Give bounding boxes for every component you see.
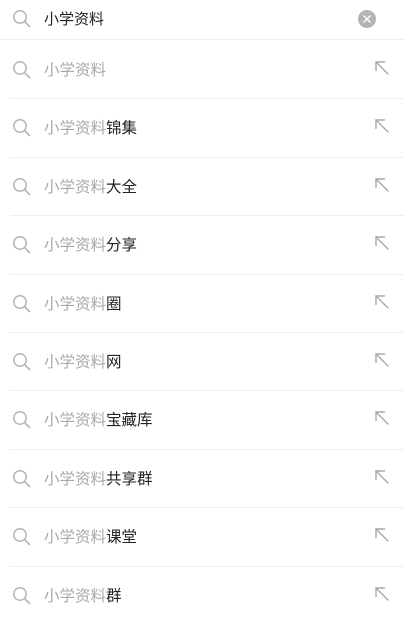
arrow-up-left-icon xyxy=(372,61,392,82)
search-icon xyxy=(12,177,32,197)
arrow-up-left-icon xyxy=(372,178,392,199)
suggestion-suffix: 锦集 xyxy=(106,119,138,138)
suggestion-suffix: 共享群 xyxy=(106,469,153,488)
suggestion-suffix: 分享 xyxy=(106,236,138,255)
search-icon xyxy=(12,410,32,430)
suggestion-item[interactable]: 小学资料分享 xyxy=(10,216,404,275)
suggestion-item[interactable]: 小学资料圈 xyxy=(10,275,404,333)
suggestion-item[interactable]: 小学资料课堂 xyxy=(10,508,404,567)
suggestion-suffix: 群 xyxy=(106,586,122,605)
fill-query-button[interactable] xyxy=(372,584,392,604)
fill-query-button[interactable] xyxy=(372,408,392,428)
suggestion-prefix: 小学资料 xyxy=(44,352,107,371)
fill-query-button[interactable] xyxy=(372,58,392,78)
search-icon xyxy=(12,9,32,29)
arrow-up-left-icon xyxy=(372,528,392,549)
suggestion-item[interactable]: 小学资料宝藏库 xyxy=(10,391,404,450)
suggestion-item[interactable]: 小学资料网 xyxy=(10,333,404,392)
fill-query-button[interactable] xyxy=(372,116,392,136)
search-icon xyxy=(12,294,32,314)
fill-query-button[interactable] xyxy=(372,350,392,370)
arrow-up-left-icon xyxy=(372,470,392,491)
suggestion-item[interactable]: 小学资料群 xyxy=(10,567,404,625)
suggestion-list: 小学资料 小学资料锦集 小学资料大全 小学资料分享 小学资料圈 小学资料网 小学资料宝藏库小… xyxy=(0,41,404,625)
search-icon xyxy=(12,469,32,489)
search-icon xyxy=(12,527,32,547)
suggestion-text: 小学资料群 xyxy=(44,585,122,607)
suggestion-text: 小学资料大全 xyxy=(44,176,137,198)
fill-query-button[interactable] xyxy=(372,525,392,545)
search-icon xyxy=(12,586,32,606)
suggestion-text: 小学资料共享群 xyxy=(44,468,153,490)
suggestion-suffix: 圈 xyxy=(106,294,122,313)
suggestion-text: 小学资料锦集 xyxy=(44,117,137,139)
arrow-up-left-icon xyxy=(372,236,392,257)
suggestion-prefix: 小学资料 xyxy=(44,119,107,138)
suggestion-item[interactable]: 小学资料共享群 xyxy=(10,450,404,509)
fill-query-button[interactable] xyxy=(372,467,392,487)
suggestion-suffix: 大全 xyxy=(106,177,138,196)
search-icon xyxy=(12,235,32,255)
suggestion-item[interactable]: 小学资料锦集 xyxy=(10,99,404,158)
suggestion-prefix: 小学资料 xyxy=(44,236,107,255)
arrow-up-left-icon xyxy=(372,411,392,432)
arrow-up-left-icon xyxy=(372,586,392,608)
suggestion-item[interactable]: 小学资料大全 xyxy=(10,158,404,217)
clear-circle-icon xyxy=(363,15,371,23)
suggestion-text: 小学资料 xyxy=(44,59,106,81)
suggestion-text: 小学资料网 xyxy=(44,351,122,373)
search-icon xyxy=(12,118,32,138)
arrow-up-left-icon xyxy=(372,119,392,140)
suggestion-prefix: 小学资料 xyxy=(44,586,107,605)
suggestion-suffix: 网 xyxy=(106,352,122,371)
arrow-up-left-icon xyxy=(372,353,392,374)
suggestion-text: 小学资料宝藏库 xyxy=(44,409,153,431)
suggestion-prefix: 小学资料 xyxy=(44,61,107,79)
search-icon xyxy=(12,60,32,80)
suggestion-prefix: 小学资料 xyxy=(44,411,107,430)
arrow-up-left-icon xyxy=(372,294,392,316)
suggestion-prefix: 小学资料 xyxy=(44,177,107,196)
fill-query-button[interactable] xyxy=(372,175,392,195)
suggestion-suffix: 宝藏库 xyxy=(106,411,153,430)
clear-search-button[interactable] xyxy=(358,10,376,28)
fill-query-button[interactable] xyxy=(372,292,392,312)
suggestion-text: 小学资料圈 xyxy=(44,293,122,315)
suggestion-text: 小学资料课堂 xyxy=(44,526,137,548)
suggestion-suffix: 课堂 xyxy=(106,528,138,547)
suggestion-prefix: 小学资料 xyxy=(44,528,107,547)
suggestion-item[interactable]: 小学资料 xyxy=(10,41,404,100)
search-input[interactable] xyxy=(44,6,344,30)
suggestion-prefix: 小学资料 xyxy=(44,294,107,313)
search-bar xyxy=(0,0,404,40)
fill-query-button[interactable] xyxy=(372,233,392,253)
search-icon xyxy=(12,352,32,372)
suggestion-prefix: 小学资料 xyxy=(44,469,107,488)
suggestion-text: 小学资料分享 xyxy=(44,234,137,256)
